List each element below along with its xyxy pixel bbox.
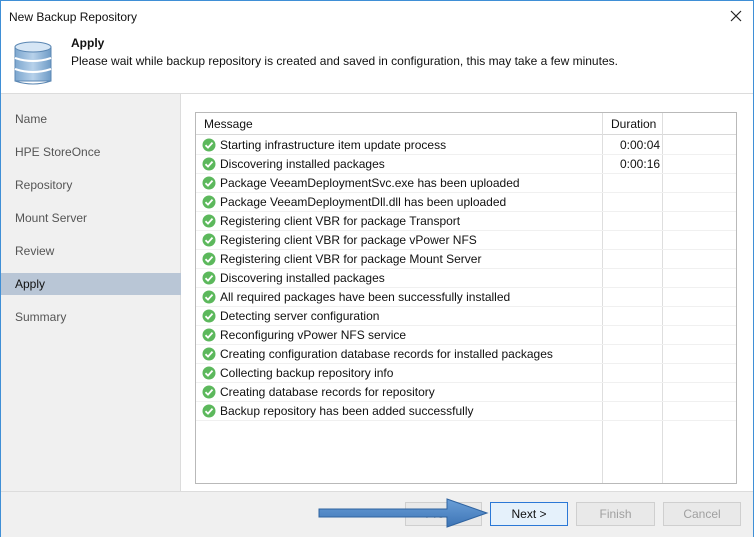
table-row[interactable]: Creating configuration database records … [196,345,736,364]
sidebar-item-hpe-storeonce[interactable]: HPE StoreOnce [1,141,181,163]
row-message: Collecting backup repository info [220,366,394,380]
success-check-icon [202,347,216,361]
row-message: Reconfiguring vPower NFS service [220,328,407,342]
table-row[interactable]: Discovering installed packages 0:00:16 [196,155,736,174]
sidebar-item-name[interactable]: Name [1,108,181,130]
close-button[interactable] [719,1,753,31]
title-bar: New Backup Repository [1,1,753,31]
success-check-icon [202,176,216,190]
success-check-icon [202,366,216,380]
success-check-icon [202,157,216,171]
table-row[interactable]: All required packages have been successf… [196,288,736,307]
sidebar-item-repository[interactable]: Repository [1,174,181,196]
close-icon [730,10,742,22]
row-message: All required packages have been successf… [220,290,511,304]
row-message: Detecting server configuration [220,309,380,323]
success-check-icon [202,385,216,399]
success-check-icon [202,404,216,418]
row-message: Registering client VBR for package Mount… [220,252,482,266]
row-duration: 0:00:04 [620,138,661,152]
success-check-icon [202,290,216,304]
table-row[interactable]: Registering client VBR for package Mount… [196,250,736,269]
step-description: Please wait while backup repository is c… [71,54,618,68]
table-row[interactable]: Discovering installed packages [196,269,736,288]
wizard-steps-sidebar: Name HPE StoreOnce Repository Mount Serv… [1,94,181,492]
wizard-header: Apply Please wait while backup repositor… [1,31,753,93]
success-check-icon [202,271,216,285]
dialog-window: New Backup Repository Apply Please wait … [0,0,754,537]
sidebar-item-summary[interactable]: Summary [1,306,181,328]
cancel-button[interactable]: Cancel [663,502,741,526]
table-row[interactable]: Backup repository has been added success… [196,402,736,421]
row-message: Package VeeamDeploymentDll.dll has been … [220,195,507,209]
row-message: Registering client VBR for package vPowe… [220,233,477,247]
table-row[interactable]: Registering client VBR for package vPowe… [196,231,736,250]
table-row[interactable]: Reconfiguring vPower NFS service [196,326,736,345]
step-title: Apply [71,36,105,50]
row-message: Package VeeamDeploymentSvc.exe has been … [220,176,520,190]
table-row[interactable]: Creating database records for repository [196,383,736,402]
sidebar-item-review[interactable]: Review [1,240,181,262]
sidebar-item-mount-server[interactable]: Mount Server [1,207,181,229]
window-title: New Backup Repository [9,10,138,24]
column-header-message[interactable]: Message [204,117,253,131]
row-message: Backup repository has been added success… [220,404,474,418]
table-row[interactable]: Detecting server configuration [196,307,736,326]
content-pane: Message Duration Starting infrastructure… [181,94,753,492]
row-message: Discovering installed packages [220,271,385,285]
row-message: Starting infrastructure item update proc… [220,138,447,152]
success-check-icon [202,195,216,209]
table-header: Message Duration [196,113,736,135]
success-check-icon [202,328,216,342]
table-row[interactable]: Collecting backup repository info [196,364,736,383]
column-header-duration[interactable]: Duration [611,117,656,131]
row-message: Creating database records for repository [220,385,435,399]
row-duration: 0:00:16 [620,157,661,171]
wizard-body: Name HPE StoreOnce Repository Mount Serv… [1,93,753,492]
row-message: Discovering installed packages [220,157,385,171]
success-check-icon [202,214,216,228]
next-button[interactable]: Next > [490,502,568,526]
row-message: Creating configuration database records … [220,347,553,361]
success-check-icon [202,233,216,247]
table-row[interactable]: Registering client VBR for package Trans… [196,212,736,231]
sidebar-item-apply[interactable]: Apply [1,273,181,295]
table-row[interactable]: Starting infrastructure item update proc… [196,136,736,155]
table-row[interactable]: Package VeeamDeploymentSvc.exe has been … [196,174,736,193]
pointer-arrow-icon [318,498,489,528]
success-check-icon [202,138,216,152]
row-message: Registering client VBR for package Trans… [220,214,461,228]
database-icon [14,41,52,85]
success-check-icon [202,309,216,323]
success-check-icon [202,252,216,266]
finish-button[interactable]: Finish [576,502,655,526]
log-table[interactable]: Message Duration Starting infrastructure… [195,112,737,484]
table-row[interactable]: Package VeeamDeploymentDll.dll has been … [196,193,736,212]
